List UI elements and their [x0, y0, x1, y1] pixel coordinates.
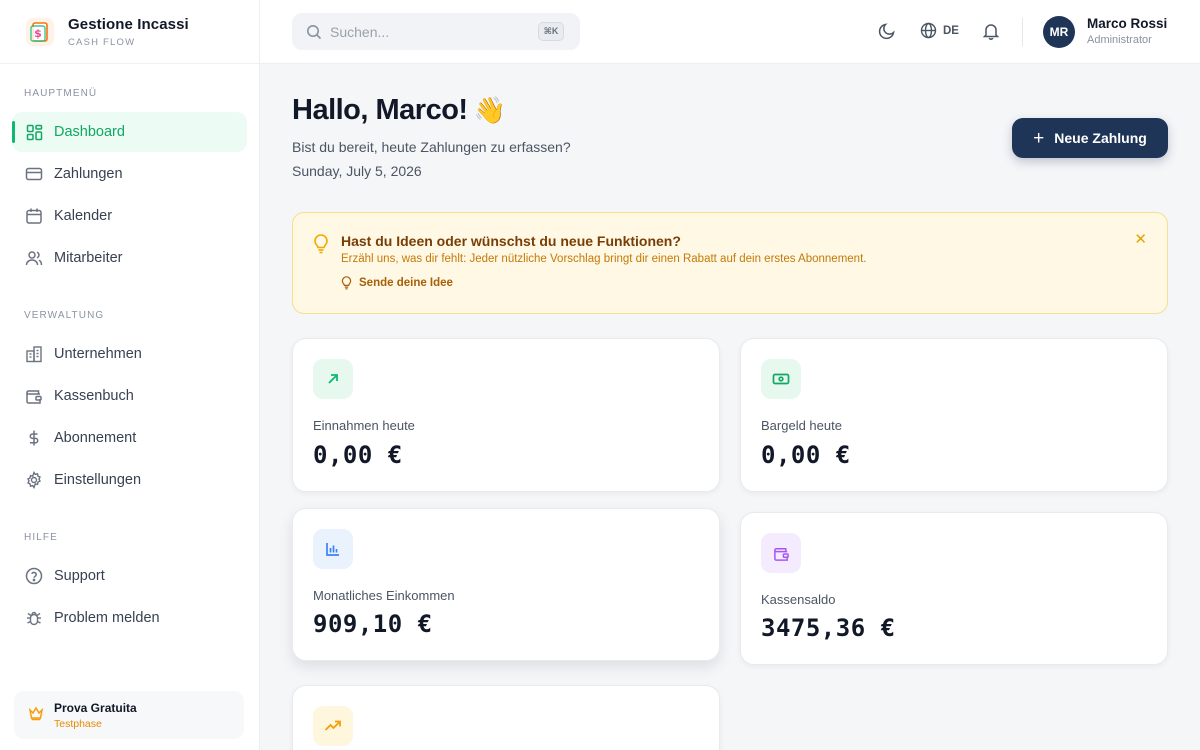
- user-name[interactable]: Marco Rossi: [1087, 16, 1167, 31]
- stat-label: Monatliches Einkommen: [313, 588, 455, 603]
- trial-subtitle: Testphase: [54, 717, 102, 730]
- search-input[interactable]: [330, 23, 520, 40]
- sidebar-item-settings[interactable]: Einstellungen: [12, 460, 247, 500]
- greeting-text: Hallo, Marco!: [292, 94, 468, 126]
- topbar-divider: [1022, 18, 1023, 46]
- current-date: Sunday, July 5, 2026: [292, 163, 422, 179]
- idea-banner: Hast du Ideen oder wünschst du neue Funk…: [292, 212, 1168, 314]
- banknote-icon: [761, 359, 801, 399]
- stat-value: 0,00 €: [761, 441, 851, 469]
- lightbulb-small-icon: [341, 276, 352, 290]
- stat-value: 0,00 €: [313, 441, 403, 469]
- sidebar-item-employees[interactable]: Mitarbeiter: [12, 238, 247, 278]
- section-title-main: HAUPTMENÜ: [24, 88, 98, 99]
- send-idea-link[interactable]: Sende deine Idee: [341, 276, 453, 290]
- trial-badge[interactable]: Prova Gratuita Testphase: [14, 691, 244, 739]
- stat-card-cash-balance[interactable]: Kassensaldo 3475,36 €: [740, 512, 1168, 665]
- wallet-icon: [761, 533, 801, 573]
- waving-hand-icon: 👋: [473, 95, 506, 125]
- sidebar-item-label: Kassenbuch: [54, 388, 134, 404]
- sidebar-item-dashboard[interactable]: Dashboard: [12, 112, 247, 152]
- wallet-icon: [25, 387, 43, 405]
- building-icon: [25, 345, 43, 363]
- sidebar-item-support[interactable]: Support: [12, 556, 247, 596]
- language-label: DE: [943, 24, 959, 37]
- dollar-icon: [25, 429, 43, 447]
- stat-card-monthly-income[interactable]: Monatliches Einkommen 909,10 €: [292, 508, 720, 661]
- stat-card-trend[interactable]: [292, 685, 720, 750]
- user-role: Administrator: [1087, 34, 1152, 46]
- help-circle-icon: [25, 567, 43, 585]
- close-icon[interactable]: ✕: [1134, 230, 1147, 248]
- sidebar-item-label: Zahlungen: [54, 166, 123, 182]
- avatar[interactable]: MR: [1043, 16, 1075, 48]
- sidebar-item-cashbook[interactable]: Kassenbuch: [12, 376, 247, 416]
- brand[interactable]: $ Gestione Incassi CASH FLOW: [0, 0, 259, 64]
- search-box[interactable]: ⌘K: [292, 13, 580, 50]
- sidebar-item-label: Support: [54, 568, 105, 584]
- sidebar-item-report-problem[interactable]: Problem melden: [12, 598, 247, 638]
- sidebar-item-label: Unternehmen: [54, 346, 142, 362]
- app-logo-icon: $: [26, 17, 54, 46]
- crown-icon: [28, 705, 44, 726]
- shortcut-badge: ⌘K: [538, 22, 564, 41]
- sidebar-item-subscription[interactable]: Abonnement: [12, 418, 247, 458]
- sidebar-item-payments[interactable]: Zahlungen: [12, 154, 247, 194]
- arrow-up-right-icon: [313, 359, 353, 399]
- bar-chart-icon: [313, 529, 353, 569]
- sidebar-item-label: Kalender: [54, 208, 113, 224]
- section-title-help: HILFE: [24, 532, 58, 543]
- section-title-admin: VERWALTUNG: [24, 310, 105, 321]
- search-icon: [306, 24, 322, 40]
- sidebar-item-label: Dashboard: [54, 124, 125, 140]
- new-payment-button[interactable]: + Neue Zahlung: [1012, 118, 1168, 158]
- stat-label: Kassensaldo: [761, 592, 836, 607]
- idea-title: Hast du Ideen oder wünschst du neue Funk…: [341, 233, 681, 249]
- topbar: ⌘K DE MR Marco Rossi Administrator: [260, 0, 1200, 64]
- dark-mode-moon-icon[interactable]: [878, 22, 896, 40]
- svg-text:$: $: [34, 27, 42, 40]
- stat-card-cash-today[interactable]: Bargeld heute 0,00 €: [740, 338, 1168, 492]
- stat-card-income-today[interactable]: Einnahmen heute 0,00 €: [292, 338, 720, 492]
- idea-description: Erzähl uns, was dir fehlt: Jeder nützlic…: [341, 253, 867, 265]
- gear-icon: [25, 471, 43, 489]
- sidebar: $ Gestione Incassi CASH FLOW HAUPTMENÜ D…: [0, 0, 260, 750]
- brand-tagline: CASH FLOW: [68, 36, 136, 48]
- plus-icon: +: [1033, 127, 1045, 149]
- language-switcher[interactable]: DE: [920, 22, 959, 39]
- page-title: Hallo, Marco! 👋: [292, 94, 506, 127]
- sidebar-item-label: Abonnement: [54, 430, 137, 446]
- trending-up-icon: [313, 706, 353, 746]
- sidebar-item-companies[interactable]: Unternehmen: [12, 334, 247, 374]
- stat-label: Einnahmen heute: [313, 418, 415, 433]
- dashboard-icon: [25, 123, 43, 141]
- greeting-subline: Bist du bereit, heute Zahlungen zu erfas…: [292, 139, 571, 155]
- new-payment-label: Neue Zahlung: [1054, 130, 1147, 146]
- users-icon: [25, 249, 43, 267]
- lightbulb-icon: [313, 234, 329, 259]
- stat-label: Bargeld heute: [761, 418, 842, 433]
- sidebar-item-label: Einstellungen: [54, 472, 142, 488]
- credit-card-icon: [25, 165, 43, 183]
- sidebar-item-label: Problem melden: [54, 610, 160, 626]
- send-idea-label: Sende deine Idee: [359, 277, 453, 289]
- trial-title: Prova Gratuita: [54, 700, 137, 715]
- globe-icon: [920, 22, 937, 39]
- stat-value: 3475,36 €: [761, 614, 896, 642]
- stat-value: 909,10 €: [313, 610, 433, 638]
- calendar-icon: [25, 207, 43, 225]
- bug-icon: [25, 609, 43, 627]
- sidebar-item-calendar[interactable]: Kalender: [12, 196, 247, 236]
- bell-icon[interactable]: [982, 22, 1000, 40]
- brand-name: Gestione Incassi: [68, 15, 189, 33]
- sidebar-item-label: Mitarbeiter: [54, 250, 123, 266]
